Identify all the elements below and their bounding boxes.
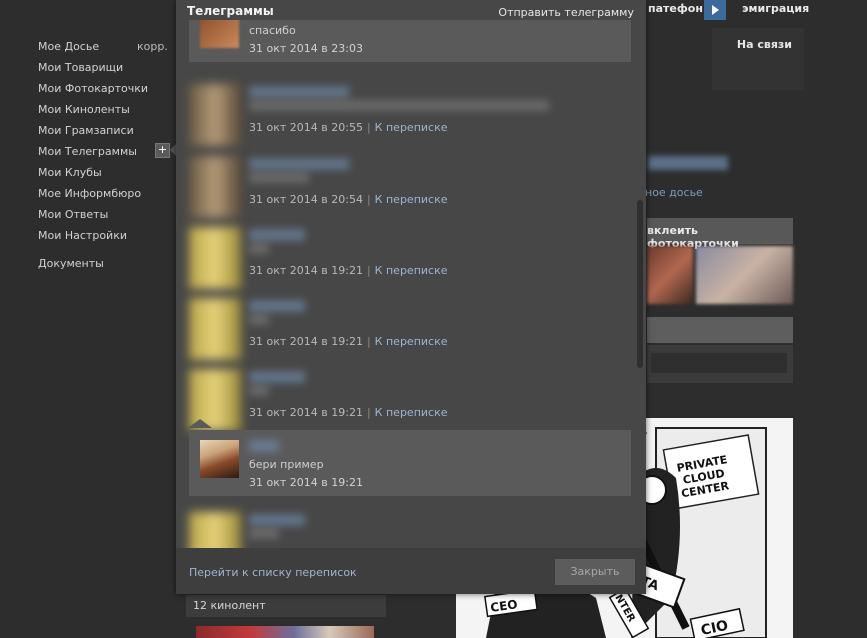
popup-footer: Перейти к списку переписок Закрыть	[176, 548, 646, 594]
message-item[interactable]: 31 окт 2014 в 19:21 | К переписке	[189, 361, 631, 433]
message-meta: 31 окт 2014 в 20:54 | К переписке	[249, 193, 448, 206]
messages-popup: Телеграммы Отправить телеграмму спасибо …	[176, 0, 646, 594]
sender-avatar[interactable]	[189, 227, 241, 289]
message-list-scrollbar[interactable]	[637, 200, 643, 368]
add-photos-button[interactable]: вклеить фотокарточки	[647, 218, 793, 250]
menu-item-photos[interactable]: Мои Фотокарточки	[38, 78, 178, 99]
top-link-audio[interactable]: патефон	[648, 2, 703, 15]
message-item[interactable]: спасибо 31 окт 2014 в 23:03	[189, 20, 631, 62]
menu-item-audio[interactable]: Мои Грамзаписи	[38, 120, 178, 141]
top-link-emigration[interactable]: эмиграция	[742, 2, 809, 15]
sender-avatar[interactable]	[200, 20, 239, 48]
sender-name[interactable]	[249, 229, 305, 241]
thread-link[interactable]: К переписке	[375, 193, 448, 206]
message-item[interactable]	[189, 504, 631, 548]
sender-name[interactable]	[249, 514, 305, 526]
sender-avatar[interactable]	[189, 156, 241, 218]
message-item[interactable]: 31 окт 2014 в 19:21 | К переписке	[189, 219, 631, 291]
video-thumbnail[interactable]	[196, 626, 374, 638]
popup-title: Телеграммы	[187, 4, 274, 18]
message-preview	[249, 172, 309, 183]
blurred-profile-name	[648, 156, 728, 170]
message-item[interactable]: 31 окт 2014 в 19:21 | К переписке	[189, 290, 631, 362]
menu-item-answers[interactable]: Мои Ответы	[38, 204, 178, 225]
close-button[interactable]: Закрыть	[555, 559, 635, 585]
message-meta: 31 окт 2014 в 19:21 | К переписке	[249, 406, 448, 419]
message-meta: 31 окт 2014 в 19:21 | К переписке	[249, 264, 448, 277]
play-icon[interactable]	[704, 0, 726, 20]
online-status-box: На связи	[712, 28, 804, 90]
message-item[interactable]: 31 окт 2014 в 20:55 | К переписке	[189, 76, 631, 148]
sender-name[interactable]	[249, 440, 279, 452]
message-preview	[249, 243, 269, 254]
sender-name[interactable]	[249, 158, 349, 170]
sender-avatar[interactable]	[189, 298, 241, 360]
sender-avatar[interactable]	[189, 512, 241, 548]
message-meta: 31 окт 2014 в 20:55 | К переписке	[249, 121, 448, 134]
message-preview	[249, 100, 549, 111]
sender-name[interactable]	[249, 371, 305, 383]
thread-link[interactable]: К переписке	[375, 335, 448, 348]
thread-link[interactable]: К переписке	[375, 121, 448, 134]
menu-item-documents[interactable]: Документы	[38, 253, 178, 274]
send-message-link[interactable]: Отправить телеграмму	[498, 6, 634, 19]
photo-thumb[interactable]	[696, 246, 793, 304]
dossier-link[interactable]: ное досье	[645, 186, 703, 199]
thread-link[interactable]: К переписке	[375, 264, 448, 277]
message-preview	[249, 528, 279, 539]
menu-item-friends[interactable]: Мои Товарищи	[38, 57, 178, 78]
menu-item-news[interactable]: Мое Информбюро	[38, 183, 178, 204]
dossier-badge: корр.	[137, 40, 168, 53]
thread-link[interactable]: К переписке	[375, 406, 448, 419]
new-message-plus-button[interactable]: +	[155, 143, 170, 158]
menu-item-groups[interactable]: Мои Клубы	[38, 162, 178, 183]
menu-item-settings[interactable]: Мои Настройки	[38, 225, 178, 246]
status-input-box	[647, 345, 793, 383]
message-preview	[249, 314, 269, 325]
sender-name[interactable]	[249, 300, 305, 312]
sender-avatar[interactable]	[189, 84, 241, 146]
message-preview: спасибо	[249, 24, 296, 37]
sender-avatar[interactable]	[200, 440, 239, 478]
message-list[interactable]: спасибо 31 окт 2014 в 23:03 31 окт 2014 …	[176, 20, 646, 548]
online-status: На связи	[736, 38, 792, 51]
menu-item-dossier[interactable]: Мое Досье корр.	[38, 36, 178, 57]
status-input[interactable]	[651, 353, 787, 373]
message-time: 31 окт 2014 в 23:03	[249, 42, 363, 55]
message-preview: бери пример	[249, 458, 324, 471]
message-item[interactable]: 31 окт 2014 в 20:54 | К переписке	[189, 148, 631, 220]
message-time: 31 окт 2014 в 19:21	[249, 476, 363, 489]
videos-count: 12 кинолент	[193, 599, 266, 612]
sender-name[interactable]	[249, 86, 349, 98]
all-conversations-link[interactable]: Перейти к списку переписок	[189, 566, 357, 579]
message-meta: 31 окт 2014 в 19:21 | К переписке	[249, 335, 448, 348]
videos-count-box[interactable]: 12 кинолент	[186, 595, 386, 617]
photo-thumb[interactable]	[647, 246, 693, 304]
menu-item-videos[interactable]: Мои Киноленты	[38, 99, 178, 120]
message-pointer	[188, 419, 212, 428]
section-bar	[647, 317, 793, 343]
message-item-highlighted[interactable]: бери пример 31 окт 2014 в 19:21	[189, 430, 631, 496]
message-preview	[249, 385, 269, 396]
